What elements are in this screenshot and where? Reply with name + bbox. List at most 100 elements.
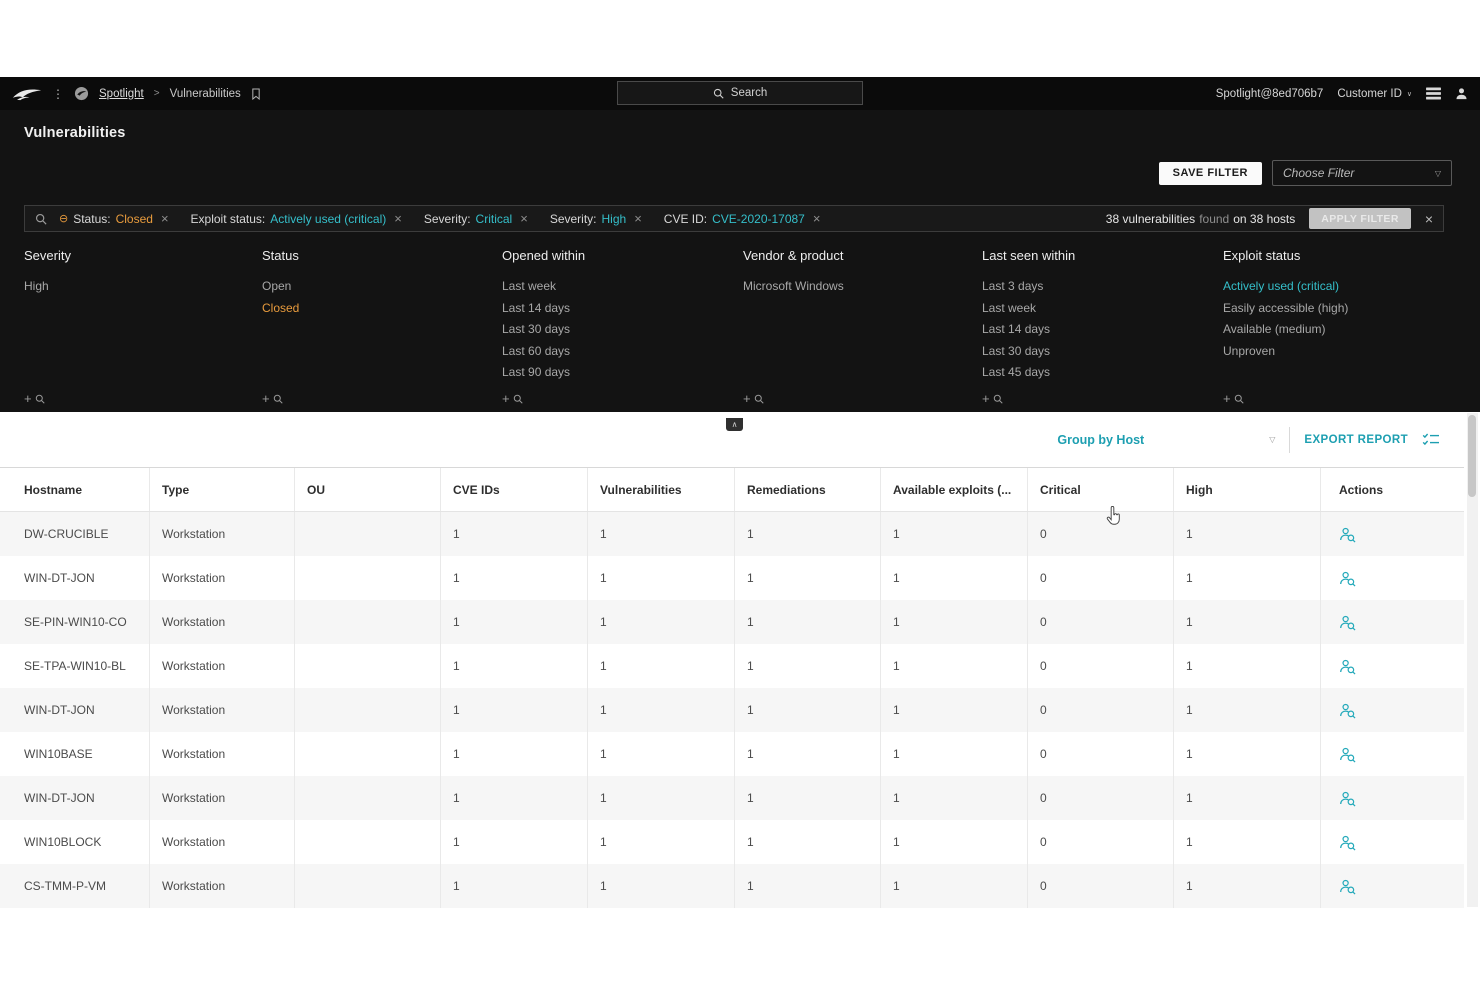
col-header-type[interactable]: Type	[150, 468, 295, 511]
add-filter-button[interactable]: +	[262, 391, 283, 406]
filter-chip-exploit-status[interactable]: Exploit status: Actively used (critical)…	[191, 211, 402, 226]
col-header-remediations[interactable]: Remediations	[735, 468, 881, 511]
clear-filters-icon[interactable]: ×	[1425, 211, 1433, 227]
crowdstrike-logo-icon[interactable]	[12, 87, 42, 101]
host-detail-icon[interactable]	[1339, 526, 1356, 543]
col-header-high[interactable]: High	[1174, 468, 1321, 511]
vulnerabilities-cell: 1	[588, 644, 735, 688]
chip-remove-icon[interactable]: ×	[520, 211, 528, 226]
facet-option[interactable]: Last 3 days	[982, 276, 1223, 298]
facet-option-selected[interactable]: Closed	[262, 298, 502, 320]
facet-option[interactable]: Last week	[502, 276, 743, 298]
group-by-host-dropdown[interactable]: Group by Host ▽	[1057, 433, 1275, 447]
falcon-app-icon[interactable]	[74, 86, 89, 101]
customer-id-dropdown[interactable]: Customer ID ∨	[1337, 88, 1412, 100]
chip-remove-icon[interactable]: ×	[394, 211, 402, 226]
table-row[interactable]: SE-PIN-WIN10-CO Workstation 1 1 1 1 0 1	[0, 600, 1464, 644]
host-detail-icon[interactable]	[1339, 570, 1356, 587]
host-detail-icon[interactable]	[1339, 702, 1356, 719]
add-filter-button[interactable]: +	[982, 391, 1003, 406]
add-filter-button[interactable]: +	[743, 391, 764, 406]
table-row[interactable]: WIN10BLOCK Workstation 1 1 1 1 0 1	[0, 820, 1464, 864]
add-filter-button[interactable]: +	[24, 391, 45, 406]
choose-filter-dropdown[interactable]: Choose Filter ▽	[1272, 160, 1452, 186]
facet-option[interactable]: Last 30 days	[502, 319, 743, 341]
collapse-filters-tab[interactable]: ∧	[726, 418, 743, 431]
apply-filter-button[interactable]: APPLY FILTER	[1309, 208, 1411, 229]
table-row[interactable]: CS-TMM-P-VM Workstation 1 1 1 1 0 1	[0, 864, 1464, 908]
facet-option[interactable]: Last 90 days	[502, 362, 743, 384]
plus-icon: +	[262, 391, 270, 406]
vulnerabilities-cell: 1	[588, 556, 735, 600]
table-row[interactable]: WIN-DT-JON Workstation 1 1 1 1 0 1	[0, 556, 1464, 600]
host-detail-icon[interactable]	[1339, 658, 1356, 675]
chip-remove-icon[interactable]: ×	[634, 211, 642, 226]
host-detail-icon[interactable]	[1339, 614, 1356, 631]
filter-chip-severity-critical[interactable]: Severity: Critical ×	[424, 211, 528, 226]
critical-cell: 0	[1028, 688, 1174, 732]
facet-option-selected[interactable]: Actively used (critical)	[1223, 276, 1456, 298]
high-cell: 1	[1174, 820, 1321, 864]
facet-option[interactable]: High	[24, 276, 262, 298]
customer-id-label: Customer ID	[1337, 88, 1402, 100]
facet-option[interactable]: Open	[262, 276, 502, 298]
chip-value: Critical	[476, 212, 513, 226]
filter-chip-severity-high[interactable]: Severity: High ×	[550, 211, 642, 226]
column-settings-icon[interactable]	[1422, 433, 1440, 447]
filter-chip-cve-id[interactable]: CVE ID: CVE-2020-17087 ×	[664, 211, 821, 226]
bookmark-icon[interactable]	[251, 88, 261, 100]
facet-option[interactable]: Last 14 days	[982, 319, 1223, 341]
facet-option[interactable]: Last 45 days	[982, 362, 1223, 384]
facet-option[interactable]: Unproven	[1223, 341, 1456, 363]
chip-label: Severity:	[424, 212, 471, 226]
col-header-vulnerabilities[interactable]: Vulnerabilities	[588, 468, 735, 511]
vertical-scrollbar[interactable]	[1467, 413, 1478, 907]
export-report-button[interactable]: EXPORT REPORT	[1304, 434, 1408, 446]
toolbar-divider	[1289, 427, 1290, 453]
facet-option[interactable]: Last week	[982, 298, 1223, 320]
save-filter-button[interactable]: SAVE FILTER	[1159, 162, 1262, 185]
chip-remove-icon[interactable]: ×	[161, 211, 169, 226]
apps-grid-icon[interactable]	[1426, 87, 1441, 100]
add-filter-button[interactable]: +	[1223, 391, 1244, 406]
facet-option[interactable]: Last 30 days	[982, 341, 1223, 363]
global-search-input[interactable]: Search	[617, 81, 863, 105]
col-header-available-exploits[interactable]: Available exploits (...	[881, 468, 1028, 511]
facet-title: Opened within	[502, 248, 743, 263]
remediations-cell: 1	[735, 644, 881, 688]
plus-icon: +	[1223, 391, 1231, 406]
facet-option[interactable]: Available (medium)	[1223, 319, 1456, 341]
remediations-cell: 1	[735, 820, 881, 864]
vulnerabilities-cell: 1	[588, 732, 735, 776]
host-detail-icon[interactable]	[1339, 746, 1356, 763]
facet-title: Exploit status	[1223, 248, 1456, 263]
user-profile-icon[interactable]	[1455, 87, 1468, 100]
remediations-cell: 1	[735, 600, 881, 644]
breadcrumb-app[interactable]: Spotlight	[99, 88, 144, 100]
host-detail-icon[interactable]	[1339, 790, 1356, 807]
table-row[interactable]: DW-CRUCIBLE Workstation 1 1 1 1 0 1	[0, 512, 1464, 556]
facet-option[interactable]: Last 14 days	[502, 298, 743, 320]
facet-option[interactable]: Easily accessible (high)	[1223, 298, 1456, 320]
filter-query-bar[interactable]: ⊖ Status: Closed × Exploit status: Activ…	[24, 205, 1444, 232]
menu-dots-icon[interactable]: ⋮	[52, 87, 64, 101]
col-header-ou[interactable]: OU	[295, 468, 441, 511]
table-row[interactable]: WIN10BASE Workstation 1 1 1 1 0 1	[0, 732, 1464, 776]
col-header-cve-ids[interactable]: CVE IDs	[441, 468, 588, 511]
cve-ids-cell: 1	[441, 688, 588, 732]
chip-remove-icon[interactable]: ×	[813, 211, 821, 226]
table-row[interactable]: SE-TPA-WIN10-BL Workstation 1 1 1 1 0 1	[0, 644, 1464, 688]
add-filter-button[interactable]: +	[502, 391, 523, 406]
host-detail-icon[interactable]	[1339, 878, 1356, 895]
high-cell: 1	[1174, 864, 1321, 908]
table-row[interactable]: WIN-DT-JON Workstation 1 1 1 1 0 1	[0, 776, 1464, 820]
col-header-critical[interactable]: Critical	[1028, 468, 1174, 511]
table-row[interactable]: WIN-DT-JON Workstation 1 1 1 1 0 1	[0, 688, 1464, 732]
high-cell: 1	[1174, 776, 1321, 820]
filter-chip-status[interactable]: ⊖ Status: Closed ×	[59, 211, 169, 226]
scrollbar-thumb[interactable]	[1468, 415, 1476, 497]
facet-option[interactable]: Last 60 days	[502, 341, 743, 363]
col-header-hostname[interactable]: Hostname	[0, 468, 150, 511]
host-detail-icon[interactable]	[1339, 834, 1356, 851]
facet-option[interactable]: Microsoft Windows	[743, 276, 982, 298]
